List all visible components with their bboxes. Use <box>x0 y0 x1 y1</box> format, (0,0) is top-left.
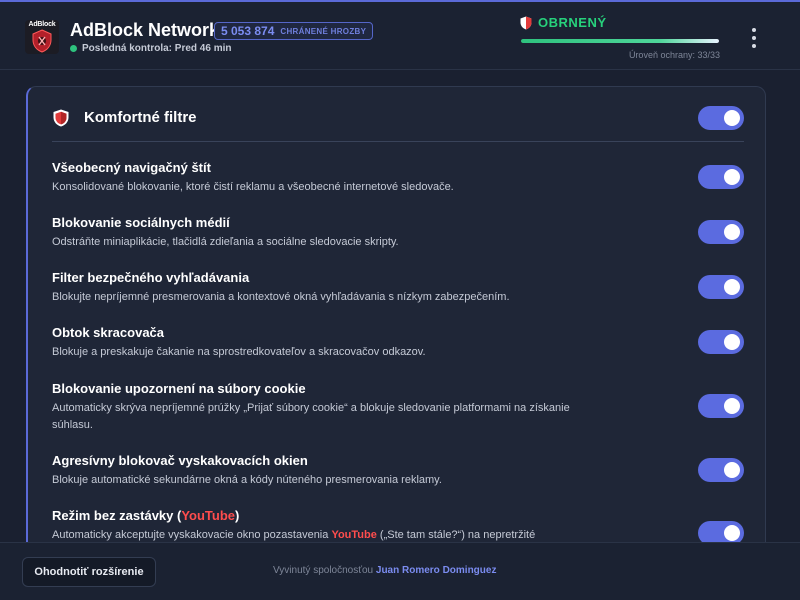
toggle-social-media[interactable] <box>698 220 744 244</box>
threat-count: 5 053 874 <box>221 24 275 38</box>
filter-title-social-media: Blokovanie sociálnych médií <box>52 215 230 230</box>
filter-title-youtube-nonstop: Režim bez zastávky (YouTube) <box>52 508 239 523</box>
app-title: AdBlock Network <box>70 20 220 40</box>
threat-label: CHRÁNENÉ HROZBY <box>280 26 367 36</box>
filter-title-popup-blocker: Agresívny blokovač vyskakovacích okien <box>52 453 308 468</box>
protection-progress-bar <box>521 39 719 43</box>
filter-desc-prefix: Automaticky akceptujte vyskakovacie okno… <box>52 529 332 541</box>
last-check-text: Posledná kontrola: Pred 46 min <box>82 43 232 54</box>
filter-title-safe-search: Filter bezpečného vyhľadávania <box>52 270 250 285</box>
filter-title-cookie-notices: Blokovanie upozornení na súbory cookie <box>52 381 306 396</box>
filter-title-suffix: ) <box>235 508 240 523</box>
filter-desc-cookie-notices: Automaticky skrýva nepríjemné prúžky „Pr… <box>52 402 570 431</box>
filter-title-navigation-shield: Všeobecný navigačný štít <box>52 160 211 175</box>
card-divider <box>52 141 744 142</box>
filter-desc-social-media: Odstráňte miniaplikácie, tlačidlá zdieľa… <box>52 236 399 248</box>
footer: Ohodnotiť rozšírenie Vyvinutý spoločnosť… <box>0 542 800 600</box>
developer-link[interactable]: Juan Romero Dominguez <box>376 565 497 576</box>
protected-label: OBRNENÝ <box>538 15 607 30</box>
toggle-navigation-shield[interactable] <box>698 165 744 189</box>
rate-extension-button[interactable]: Ohodnotiť rozšírenie <box>22 557 156 587</box>
scrollbar[interactable] <box>795 70 800 542</box>
toggle-popup-blocker[interactable] <box>698 458 744 482</box>
toggle-cookie-notices[interactable] <box>698 394 744 418</box>
filter-title-shortener-bypass: Obtok skracovača <box>52 325 165 340</box>
filter-desc-navigation-shield: Konsolidované blokovanie, ktoré čistí re… <box>52 181 454 193</box>
toggle-shortener-bypass[interactable] <box>698 330 744 354</box>
status-dot-icon <box>70 45 77 52</box>
filter-title-prefix: Režim bez zastávky ( <box>52 508 182 523</box>
credit-prefix: Vyvinutý spoločnosťou <box>273 565 376 576</box>
youtube-brand: YouTube <box>331 529 377 541</box>
threat-badge: 5 053 874 CHRÁNENÉ HROZBY <box>214 22 374 40</box>
kebab-menu-icon[interactable] <box>746 26 762 50</box>
app-logo: AdBlock <box>25 20 59 54</box>
protection-progress-fill <box>521 39 719 43</box>
youtube-brand: YouTube <box>181 508 236 523</box>
protection-status: OBRNENÝ <box>520 15 607 30</box>
logo-text: AdBlock <box>28 21 56 28</box>
logo-shield-icon <box>32 29 52 53</box>
filter-desc-popup-blocker: Blokuje automatické sekundárne okná a kó… <box>52 474 442 486</box>
filter-desc-shortener-bypass: Blokuje a preskakuje čakanie na sprostre… <box>52 346 426 358</box>
last-check: Posledná kontrola: Pred 46 min <box>70 43 231 54</box>
developer-credit: Vyvinutý spoločnosťou Juan Romero Doming… <box>273 565 496 576</box>
shield-icon <box>520 16 532 29</box>
comfort-filters-card: Komfortné filtre Všeobecný navigačný ští… <box>26 86 766 556</box>
card-title: Komfortné filtre <box>84 109 197 126</box>
filter-desc-youtube-nonstop: Automaticky akceptujte vyskakovacie okno… <box>52 527 632 541</box>
kebab-dot <box>752 44 756 48</box>
kebab-dot <box>752 36 756 40</box>
card-header: Komfortné filtre <box>28 87 765 143</box>
kebab-dot <box>752 28 756 32</box>
master-toggle[interactable] <box>698 106 744 130</box>
shield-icon <box>53 109 69 127</box>
filter-desc-suffix: („Ste tam stále?“) na nepretržité <box>376 529 536 541</box>
filter-desc-safe-search: Blokujte nepríjemné presmerovania a kont… <box>52 291 510 303</box>
protection-level: Úroveň ochrany: 33/33 <box>628 50 720 60</box>
header: AdBlock AdBlock Network 5 053 874 CHRÁNE… <box>0 0 800 70</box>
toggle-safe-search[interactable] <box>698 275 744 299</box>
